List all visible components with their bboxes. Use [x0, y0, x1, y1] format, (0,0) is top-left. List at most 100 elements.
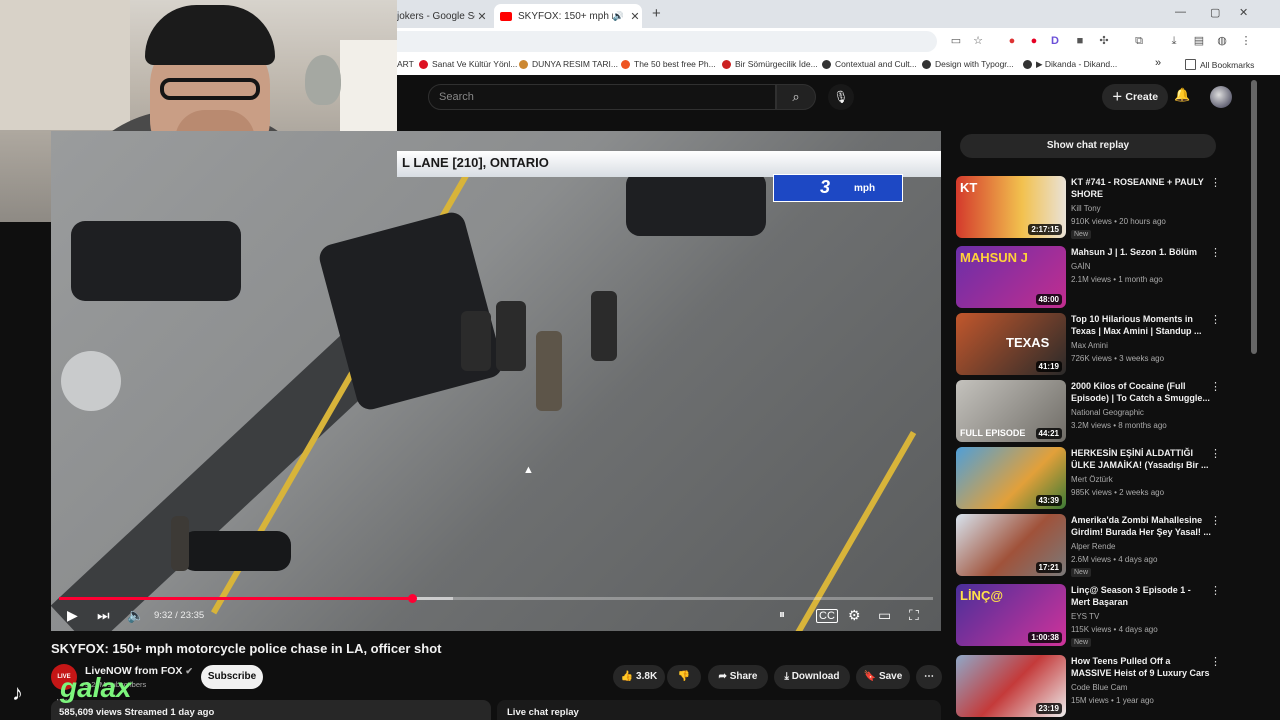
recommendation-item[interactable]: 23:19 How Teens Pulled Off a MASSIVE Hei…: [956, 655, 1226, 719]
recommendation-channel[interactable]: Code Blue Cam: [1071, 683, 1127, 692]
video-thumbnail[interactable]: FULL EPISODE 44:21: [956, 380, 1066, 442]
more-options-icon[interactable]: ⋮: [1210, 447, 1221, 460]
download-icon[interactable]: ⤓: [1167, 34, 1181, 48]
thumbnail-text: MAHSUN J: [960, 250, 1028, 265]
recommendation-title[interactable]: Amerika'da Zombi Mahallesine Girdim! Bur…: [1071, 514, 1211, 538]
police-motorcycle: [61, 351, 121, 411]
sidebar-scrollbar[interactable]: [1251, 80, 1257, 354]
more-options-icon[interactable]: ⋮: [1210, 176, 1221, 189]
recommendation-title[interactable]: Mahsun J | 1. Sezon 1. Bölüm: [1071, 246, 1211, 258]
settings-gear-icon[interactable]: ⚙: [848, 607, 861, 624]
play-button[interactable]: ▶: [67, 607, 78, 624]
autoplay-toggle[interactable]: ⏸: [779, 607, 785, 622]
recommendation-item[interactable]: KT 2:17:15 KT #741 - ROSEANNE + PAULY SHO…: [956, 176, 1226, 240]
recommendation-channel[interactable]: Alper Rende: [1071, 542, 1115, 551]
omnibox[interactable]: [397, 31, 937, 52]
next-button[interactable]: ⏭: [97, 607, 110, 624]
theater-mode-icon[interactable]: ▭: [878, 607, 891, 624]
recommendation-item[interactable]: TEXAS 41:19 Top 10 Hilarious Moments in T…: [956, 313, 1226, 377]
recommendation-title[interactable]: Top 10 Hilarious Moments in Texas | Max …: [1071, 313, 1211, 337]
video-player[interactable]: L LANE [210], ONTARIO 3 mph ▲ ▶ ⏭ 🔈 9:32…: [51, 131, 941, 631]
fullscreen-icon[interactable]: ⛶: [909, 607, 919, 624]
save-button[interactable]: 🔖 Save: [856, 665, 910, 689]
more-options-icon[interactable]: ⋮: [1210, 313, 1221, 326]
recommendation-channel[interactable]: National Geographic: [1071, 408, 1144, 417]
subscribe-button[interactable]: Subscribe: [201, 665, 263, 689]
bookmarks-overflow-button[interactable]: »: [1155, 57, 1161, 69]
maximize-button[interactable]: ▢: [1210, 6, 1220, 19]
more-options-icon[interactable]: ⋮: [1210, 655, 1221, 668]
recommendation-item[interactable]: LİNÇ@ 1:00:38 Linç@ Season 3 Episode 1 - …: [956, 584, 1226, 648]
volume-icon[interactable]: 🔈: [127, 607, 144, 624]
video-thumbnail[interactable]: 43:39: [956, 447, 1066, 509]
voice-search-button[interactable]: 🎙: [828, 84, 854, 110]
notifications-bell-icon[interactable]: 🔔: [1174, 87, 1190, 103]
extensions-puzzle-icon[interactable]: ✣: [1097, 34, 1111, 48]
profile-icon[interactable]: ◍: [1215, 34, 1229, 48]
tab-google-search[interactable]: jokers - Google Sear ✕: [397, 4, 489, 28]
sidepanel-icon[interactable]: ▤: [1192, 34, 1206, 48]
bookmark-item[interactable]: ▶ Dikanda - Dikand...: [1023, 59, 1117, 70]
progress-bar[interactable]: [59, 597, 933, 600]
tab-search-icon[interactable]: ⧉: [1132, 34, 1146, 48]
recommendation-title[interactable]: 2000 Kilos of Cocaine (Full Episode) | T…: [1071, 380, 1211, 404]
share-button[interactable]: ➦ Share: [708, 665, 768, 689]
bookmark-star-icon[interactable]: ☆: [971, 34, 985, 48]
recommendation-channel[interactable]: Max Amini: [1071, 341, 1108, 350]
recommendation-item[interactable]: FULL EPISODE 44:21 2000 Kilos of Cocaine …: [956, 380, 1226, 444]
all-bookmarks-button[interactable]: All Bookmarks: [1185, 59, 1254, 70]
video-thumbnail[interactable]: KT 2:17:15: [956, 176, 1066, 238]
speaker-icon[interactable]: 🔊: [613, 11, 624, 22]
recommendation-title[interactable]: HERKESİN EŞİNİ ALDATTIĞI ÜLKE JAMAİKA! (…: [1071, 447, 1211, 471]
pinterest-icon[interactable]: ●: [1027, 34, 1041, 48]
search-input[interactable]: Search: [428, 84, 776, 110]
bookmark-item[interactable]: ART: [397, 59, 414, 69]
cast-icon[interactable]: ▭: [949, 34, 963, 48]
extension-box-icon[interactable]: ■: [1073, 34, 1087, 48]
more-actions-button[interactable]: ⋯: [916, 665, 942, 689]
duration-badge: 1:00:38: [1028, 632, 1062, 643]
recommendation-title[interactable]: KT #741 - ROSEANNE + PAULY SHORE: [1071, 176, 1211, 200]
recommendation-item[interactable]: 17:21 Amerika'da Zombi Mahallesine Girdi…: [956, 514, 1226, 578]
bookmark-item[interactable]: Contextual and Cult...: [822, 59, 917, 69]
more-options-icon[interactable]: ⋮: [1210, 584, 1221, 597]
more-options-icon[interactable]: ⋮: [1210, 246, 1221, 259]
recommendation-item[interactable]: MAHSUN J 48:00 Mahsun J | 1. Sezon 1. Böl…: [956, 246, 1226, 310]
download-button[interactable]: ⤓ Download: [774, 665, 850, 689]
new-tab-button[interactable]: +: [652, 5, 661, 22]
account-avatar[interactable]: [1210, 86, 1232, 108]
recommendation-channel[interactable]: Mert Öztürk: [1071, 475, 1113, 484]
tab-close-icon[interactable]: ✕: [475, 10, 489, 23]
extension-d-icon[interactable]: D: [1048, 34, 1062, 48]
bookmark-item[interactable]: Bir Sömürgecilik İde...: [722, 59, 818, 69]
video-thumbnail[interactable]: 17:21: [956, 514, 1066, 576]
bookmark-item[interactable]: DUNYA RESIM TARI...: [519, 59, 618, 69]
captions-button[interactable]: CC: [816, 609, 838, 623]
dislike-button[interactable]: 👎: [667, 665, 701, 689]
like-button[interactable]: 👍 3.8K: [613, 665, 665, 689]
video-thumbnail[interactable]: LİNÇ@ 1:00:38: [956, 584, 1066, 646]
bookmark-item[interactable]: Sanat Ve Kültür Yönl...: [419, 59, 517, 69]
video-thumbnail[interactable]: MAHSUN J 48:00: [956, 246, 1066, 308]
recommendation-channel[interactable]: EYS TV: [1071, 612, 1099, 621]
recommendation-channel[interactable]: GAİN: [1071, 262, 1091, 271]
recommendation-item[interactable]: 43:39 HERKESİN EŞİNİ ALDATTIĞI ÜLKE JAMA…: [956, 447, 1226, 511]
recommendation-channel[interactable]: Kill Tony: [1071, 204, 1101, 213]
more-options-icon[interactable]: ⋮: [1210, 380, 1221, 393]
extension-red-icon[interactable]: ●: [1005, 34, 1019, 48]
bookmark-item[interactable]: Design with Typogr...: [922, 59, 1014, 69]
more-options-icon[interactable]: ⋮: [1210, 514, 1221, 527]
recommendation-title[interactable]: Linç@ Season 3 Episode 1 - Mert Başaran: [1071, 584, 1211, 608]
video-thumbnail[interactable]: TEXAS 41:19: [956, 313, 1066, 375]
search-button[interactable]: ⌕: [776, 84, 816, 110]
minimize-button[interactable]: —: [1175, 6, 1186, 18]
show-chat-replay-button[interactable]: Show chat replay: [960, 134, 1216, 158]
create-button[interactable]: ＋ Create: [1102, 84, 1168, 110]
tab-close-icon[interactable]: ✕: [628, 10, 642, 23]
chrome-menu-icon[interactable]: ⋮: [1239, 34, 1253, 48]
video-thumbnail[interactable]: 23:19: [956, 655, 1066, 717]
tab-youtube-video[interactable]: SKYFOX: 150+ mph motorc 🔊 ✕: [494, 4, 642, 28]
bookmark-item[interactable]: The 50 best free Ph...: [621, 59, 716, 69]
close-window-button[interactable]: ✕: [1239, 6, 1248, 19]
recommendation-title[interactable]: How Teens Pulled Off a MASSIVE Heist of …: [1071, 655, 1211, 679]
